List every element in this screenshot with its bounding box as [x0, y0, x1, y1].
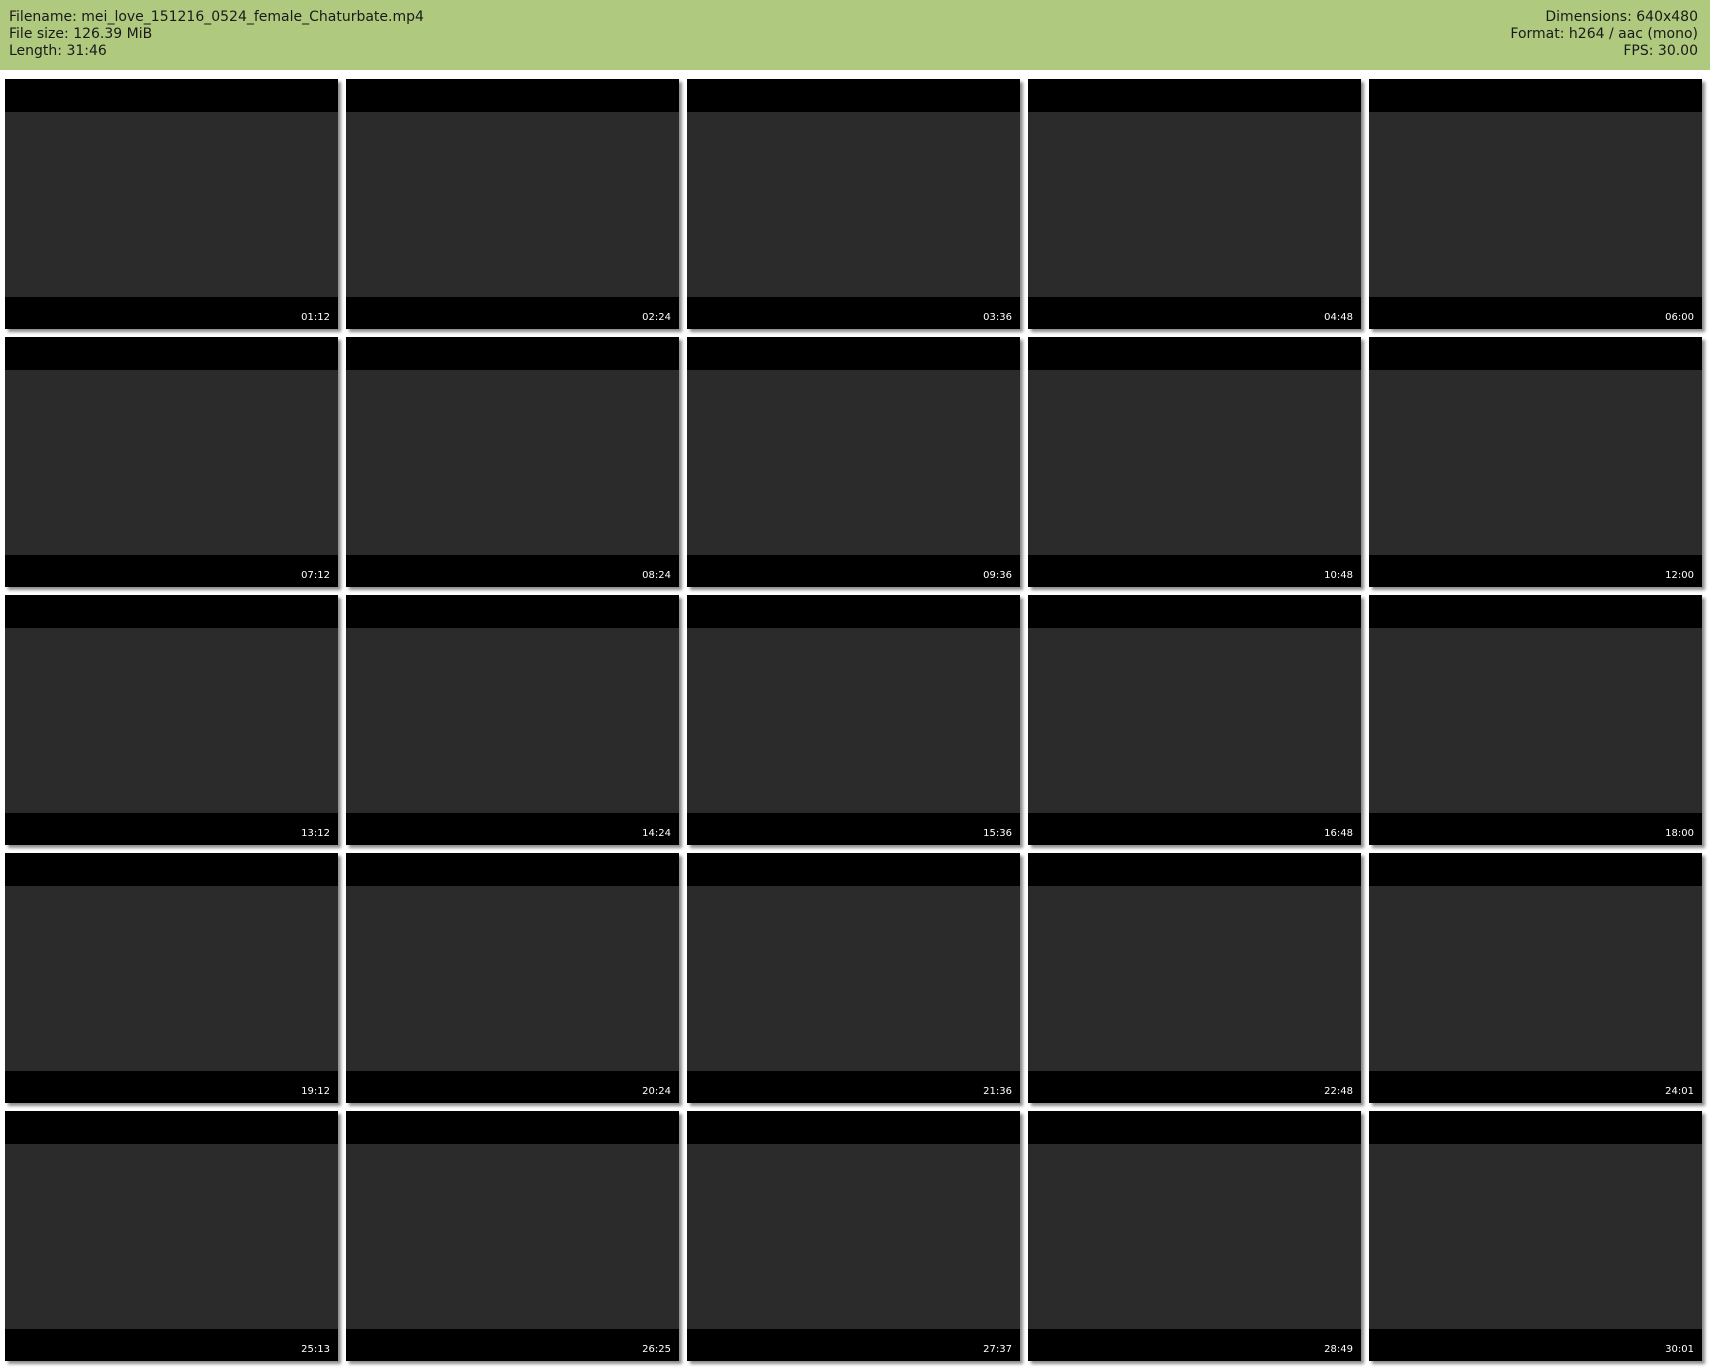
- frame-timestamp: 28:49: [1324, 1344, 1353, 1355]
- frame-timestamp: 04:48: [1324, 312, 1353, 323]
- info-header: Filename: mei_love_151216_0524_female_Ch…: [0, 0, 1710, 70]
- video-frame-thumbnail: 27:37: [687, 1111, 1020, 1361]
- frame-placeholder: [5, 628, 338, 813]
- video-frame-thumbnail: 01:12: [5, 79, 338, 329]
- frame-timestamp: 10:48: [1324, 570, 1353, 581]
- video-frame-thumbnail: 20:24: [346, 853, 679, 1103]
- video-frame-thumbnail: 16:48: [1028, 595, 1361, 845]
- fps-text: FPS: 30.00: [1623, 43, 1698, 59]
- frame-timestamp: 26:25: [642, 1344, 671, 1355]
- frame-placeholder: [1369, 628, 1702, 813]
- length-text: Length: 31:46: [9, 43, 107, 59]
- frame-timestamp: 16:48: [1324, 828, 1353, 839]
- frame-timestamp: 27:37: [983, 1344, 1012, 1355]
- frame-timestamp: 12:00: [1665, 570, 1694, 581]
- video-frame-thumbnail: 02:24: [346, 79, 679, 329]
- frame-placeholder: [1369, 886, 1702, 1071]
- frame-timestamp: 24:01: [1665, 1086, 1694, 1097]
- video-frame-thumbnail: 24:01: [1369, 853, 1702, 1103]
- frame-placeholder: [346, 886, 679, 1071]
- frame-placeholder: [346, 112, 679, 297]
- frame-placeholder: [346, 628, 679, 813]
- frame-placeholder: [687, 1144, 1020, 1329]
- frame-timestamp: 01:12: [301, 312, 330, 323]
- frame-timestamp: 06:00: [1665, 312, 1694, 323]
- frame-placeholder: [1369, 1144, 1702, 1329]
- frame-placeholder: [346, 1144, 679, 1329]
- frame-placeholder: [687, 886, 1020, 1071]
- frame-placeholder: [687, 370, 1020, 555]
- filename-text: Filename: mei_love_151216_0524_female_Ch…: [9, 9, 424, 25]
- frame-timestamp: 15:36: [983, 828, 1012, 839]
- video-frame-thumbnail: 07:12: [5, 337, 338, 587]
- video-frame-thumbnail: 15:36: [687, 595, 1020, 845]
- video-frame-thumbnail: 09:36: [687, 337, 1020, 587]
- video-frame-thumbnail: 13:12: [5, 595, 338, 845]
- frame-placeholder: [1369, 112, 1702, 297]
- video-frame-thumbnail: 30:01: [1369, 1111, 1702, 1361]
- frame-timestamp: 07:12: [301, 570, 330, 581]
- video-frame-thumbnail: 03:36: [687, 79, 1020, 329]
- frame-timestamp: 25:13: [301, 1344, 330, 1355]
- info-right: Dimensions: 640x480 Format: h264 / aac (…: [1510, 9, 1698, 70]
- frame-placeholder: [1028, 370, 1361, 555]
- video-frame-thumbnail: 19:12: [5, 853, 338, 1103]
- frame-placeholder: [1028, 886, 1361, 1071]
- video-frame-thumbnail: 25:13: [5, 1111, 338, 1361]
- frame-timestamp: 08:24: [642, 570, 671, 581]
- video-frame-thumbnail: 12:00: [1369, 337, 1702, 587]
- thumbnail-grid: 01:12 02:24 03:36 04:48 06:00 07:12 08:24 09:36…: [5, 79, 1702, 1361]
- video-frame-thumbnail: 21:36: [687, 853, 1020, 1103]
- frame-placeholder: [1369, 370, 1702, 555]
- frame-timestamp: 22:48: [1324, 1086, 1353, 1097]
- frame-timestamp: 20:24: [642, 1086, 671, 1097]
- dimensions-text: Dimensions: 640x480: [1545, 9, 1698, 25]
- frame-placeholder: [1028, 112, 1361, 297]
- frame-placeholder: [346, 370, 679, 555]
- frame-timestamp: 21:36: [983, 1086, 1012, 1097]
- video-frame-thumbnail: 08:24: [346, 337, 679, 587]
- frame-timestamp: 09:36: [983, 570, 1012, 581]
- frame-placeholder: [5, 370, 338, 555]
- frame-timestamp: 30:01: [1665, 1344, 1694, 1355]
- video-frame-thumbnail: 22:48: [1028, 853, 1361, 1103]
- frame-placeholder: [1028, 1144, 1361, 1329]
- filesize-text: File size: 126.39 MiB: [9, 26, 153, 42]
- video-frame-thumbnail: 10:48: [1028, 337, 1361, 587]
- frame-timestamp: 13:12: [301, 828, 330, 839]
- frame-timestamp: 14:24: [642, 828, 671, 839]
- video-frame-thumbnail: 06:00: [1369, 79, 1702, 329]
- video-frame-thumbnail: 14:24: [346, 595, 679, 845]
- frame-timestamp: 19:12: [301, 1086, 330, 1097]
- video-frame-thumbnail: 04:48: [1028, 79, 1361, 329]
- frame-placeholder: [5, 112, 338, 297]
- video-frame-thumbnail: 26:25: [346, 1111, 679, 1361]
- frame-placeholder: [5, 886, 338, 1071]
- frame-placeholder: [687, 112, 1020, 297]
- format-text: Format: h264 / aac (mono): [1510, 26, 1698, 42]
- frame-placeholder: [687, 628, 1020, 813]
- video-frame-thumbnail: 18:00: [1369, 595, 1702, 845]
- frame-timestamp: 02:24: [642, 312, 671, 323]
- frame-timestamp: 18:00: [1665, 828, 1694, 839]
- frame-timestamp: 03:36: [983, 312, 1012, 323]
- video-frame-thumbnail: 28:49: [1028, 1111, 1361, 1361]
- info-left: Filename: mei_love_151216_0524_female_Ch…: [9, 9, 424, 70]
- frame-placeholder: [5, 1144, 338, 1329]
- frame-placeholder: [1028, 628, 1361, 813]
